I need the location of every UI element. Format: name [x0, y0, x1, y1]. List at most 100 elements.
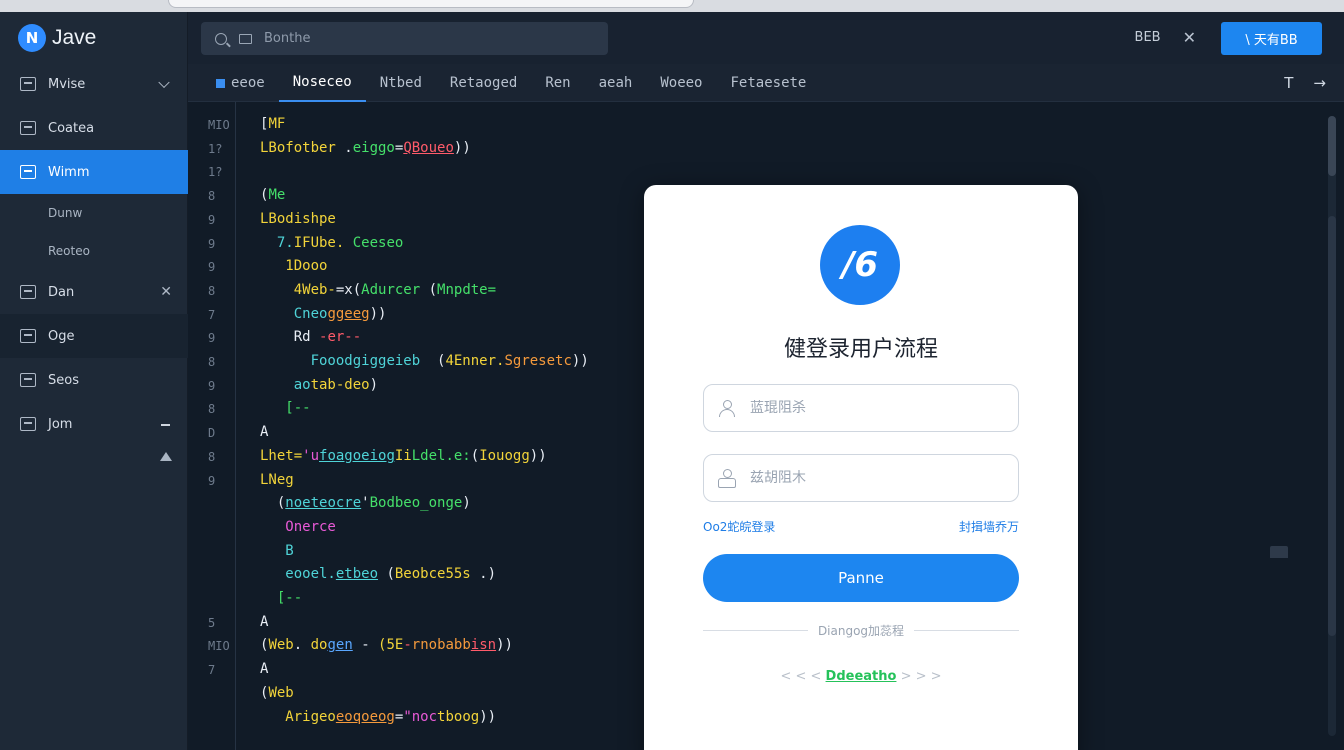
- submit-login-button[interactable]: Panne: [703, 554, 1019, 602]
- tab-ntbed[interactable]: Ntbed: [366, 64, 436, 102]
- sidebar-item-dan[interactable]: Dan ✕: [0, 270, 188, 314]
- code-token: 4Enner.: [445, 353, 505, 369]
- arrow-right-icon[interactable]: →: [1313, 74, 1326, 92]
- code-line[interactable]: 1Dooo: [260, 258, 327, 274]
- chevron-down-icon[interactable]: [158, 76, 170, 89]
- tab-eeoe[interactable]: eeoe: [202, 64, 279, 102]
- line-number: 9: [208, 473, 216, 488]
- dash-icon[interactable]: [161, 424, 170, 426]
- code-line[interactable]: [MF: [260, 116, 285, 132]
- tab-ren[interactable]: Ren: [531, 64, 584, 102]
- code-line[interactable]: 7.IFUbe. Ceeseo: [260, 235, 403, 251]
- code-line[interactable]: A: [260, 614, 268, 630]
- code-token: ao: [260, 376, 311, 393]
- forgot-password-link[interactable]: 封揖墙乔万: [959, 518, 1019, 535]
- tabs-toolbar: T →: [1284, 74, 1326, 92]
- code-token: A: [260, 613, 269, 630]
- code-line[interactable]: Arigeoeoqoeog="noctboog)): [260, 709, 496, 725]
- tab-woeeo[interactable]: Woeeo: [646, 64, 716, 102]
- code-token: rnobabb: [411, 637, 471, 654]
- code-line[interactable]: Rd -er--: [260, 329, 361, 345]
- login-divider: Diangog加蕊程: [703, 622, 1019, 639]
- close-icon[interactable]: ✕: [160, 284, 172, 300]
- search-input[interactable]: Bonthe: [264, 31, 310, 46]
- code-line[interactable]: [--: [260, 400, 310, 416]
- line-number: 8: [208, 283, 216, 298]
- code-line[interactable]: (noeteocre'Bodbeo_onge): [260, 495, 471, 511]
- user-icon: [718, 399, 736, 417]
- code-token: eoqoeog: [335, 708, 395, 725]
- code-token: do: [302, 637, 328, 654]
- password-field[interactable]: [703, 454, 1019, 502]
- code-line[interactable]: Fooodgiggeieb (4Enner.Sgresetc)): [260, 353, 589, 369]
- chart-icon: [20, 329, 36, 343]
- code-token: [--: [260, 590, 303, 606]
- code-line[interactable]: (Web: [260, 685, 294, 701]
- pin-icon[interactable]: T: [1284, 74, 1293, 92]
- code-line[interactable]: A: [260, 661, 268, 677]
- sidebar-item-seos[interactable]: Seos: [0, 358, 188, 402]
- line-number: 9: [208, 236, 216, 251]
- header-tool-button[interactable]: BEB: [1135, 30, 1161, 45]
- code-token: (: [260, 495, 286, 512]
- third-party-link[interactable]: Ddeeatho: [826, 669, 897, 684]
- username-input[interactable]: [750, 400, 990, 416]
- code-token: Me: [268, 187, 286, 204]
- code-line[interactable]: LBofotber .eiggo=QBoueo)): [260, 140, 471, 156]
- grid-icon: [20, 165, 36, 179]
- code-line[interactable]: 4Web-=x(Adurcer (Mnpdte=: [260, 282, 496, 298]
- vertical-scrollbar[interactable]: [1328, 116, 1336, 736]
- doc-icon: [20, 373, 36, 387]
- sidebar-item-label: Dunw: [48, 206, 83, 220]
- sidebar-item-mvise[interactable]: Mvise: [0, 62, 188, 106]
- code-line[interactable]: (Web. dogen - (5E-rnobabbisn)): [260, 637, 513, 653]
- home-icon: [1270, 546, 1288, 558]
- sidebar-item-coatea[interactable]: Coatea: [0, 106, 188, 150]
- tab-aeah[interactable]: aeah: [585, 64, 647, 102]
- table-icon: [20, 285, 36, 299]
- lock-icon: [718, 469, 736, 488]
- close-icon[interactable]: ✕: [1183, 28, 1196, 47]
- login-button[interactable]: \ 天有BB: [1221, 22, 1322, 55]
- code-line[interactable]: aotab-deo): [260, 377, 378, 393]
- code-line[interactable]: Onerce: [260, 519, 336, 535]
- code-line[interactable]: LBodishpe: [260, 211, 336, 227]
- code-line[interactable]: (Me: [260, 187, 285, 203]
- brand-logo: /6: [820, 225, 900, 305]
- sidebar-item-label: Mvise: [48, 76, 86, 92]
- scrollbar-thumb[interactable]: [1328, 116, 1336, 176]
- code-line[interactable]: A: [260, 424, 268, 440]
- code-token: Onerce: [260, 518, 336, 535]
- code-line[interactable]: [--: [260, 590, 302, 606]
- code-token: Cneo: [260, 305, 328, 322]
- scrollbar-track-segment: [1328, 216, 1336, 636]
- search-icon: [215, 32, 227, 45]
- collapse-arrow-icon[interactable]: [160, 452, 172, 461]
- sidebar-item-wimm[interactable]: Wimm: [0, 150, 192, 194]
- third-right-arrows: > > >: [900, 669, 942, 684]
- code-token: gen: [327, 637, 353, 654]
- tab-noseceo[interactable]: Noseceo: [278, 64, 366, 102]
- code-line[interactable]: eooel.etbeo (Beobce55s .): [260, 566, 496, 582]
- sidebar-subitem-reoteo[interactable]: Reoteo: [0, 232, 188, 270]
- code-line[interactable]: LNeg: [260, 472, 294, 488]
- search-bar[interactable]: Bonthe: [201, 22, 608, 55]
- code-token: etbeo: [335, 566, 379, 583]
- code-line[interactable]: B: [260, 543, 293, 559]
- sidebar-subitem-dunw[interactable]: Dunw: [0, 194, 188, 232]
- sidebar-item-jom[interactable]: Jom: [0, 402, 188, 446]
- code-line[interactable]: Lhet='ufoagoeiogIiLdel.e:(Iouogg)): [260, 448, 547, 464]
- code-token: tab-deo: [310, 376, 370, 393]
- username-field[interactable]: [703, 384, 1019, 432]
- browser-tab[interactable]: [168, 0, 694, 8]
- line-number: 8: [208, 355, 216, 369]
- code-token: "noc: [403, 708, 438, 725]
- alt-login-link[interactable]: Oo2蛇皖登录: [703, 518, 775, 535]
- tab-fetaesete[interactable]: Fetaesete: [717, 64, 821, 102]
- app-logo[interactable]: N Jave: [18, 22, 96, 54]
- code-line[interactable]: Cneoggeeg)): [260, 305, 387, 322]
- tab-retaoged[interactable]: Retaoged: [436, 64, 531, 102]
- sidebar-item-label: Seos: [48, 372, 79, 388]
- password-input[interactable]: [750, 470, 990, 486]
- sidebar-item-oge[interactable]: Oge: [0, 314, 188, 358]
